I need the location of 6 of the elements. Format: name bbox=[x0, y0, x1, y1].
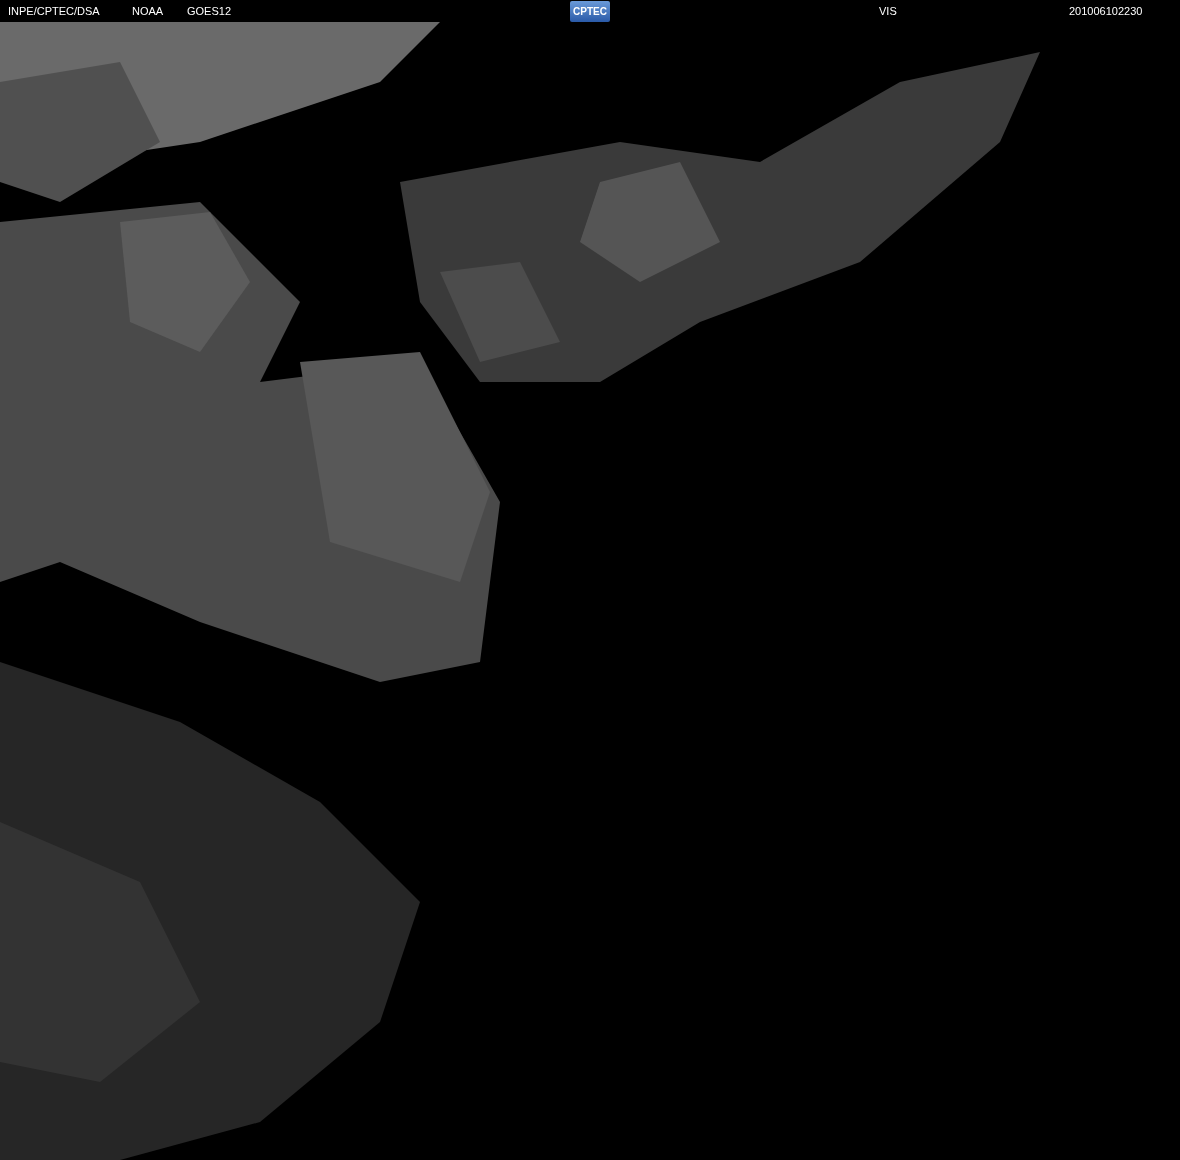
timestamp: 201006102230 bbox=[1069, 5, 1143, 17]
header-label: NOAA bbox=[132, 5, 165, 17]
header-label: INPE/CPTEC/DSA bbox=[8, 5, 101, 17]
header-label: GOES12 bbox=[187, 5, 232, 17]
channel-label: VIS bbox=[879, 5, 898, 17]
logo: CPTEC bbox=[570, 0, 610, 22]
